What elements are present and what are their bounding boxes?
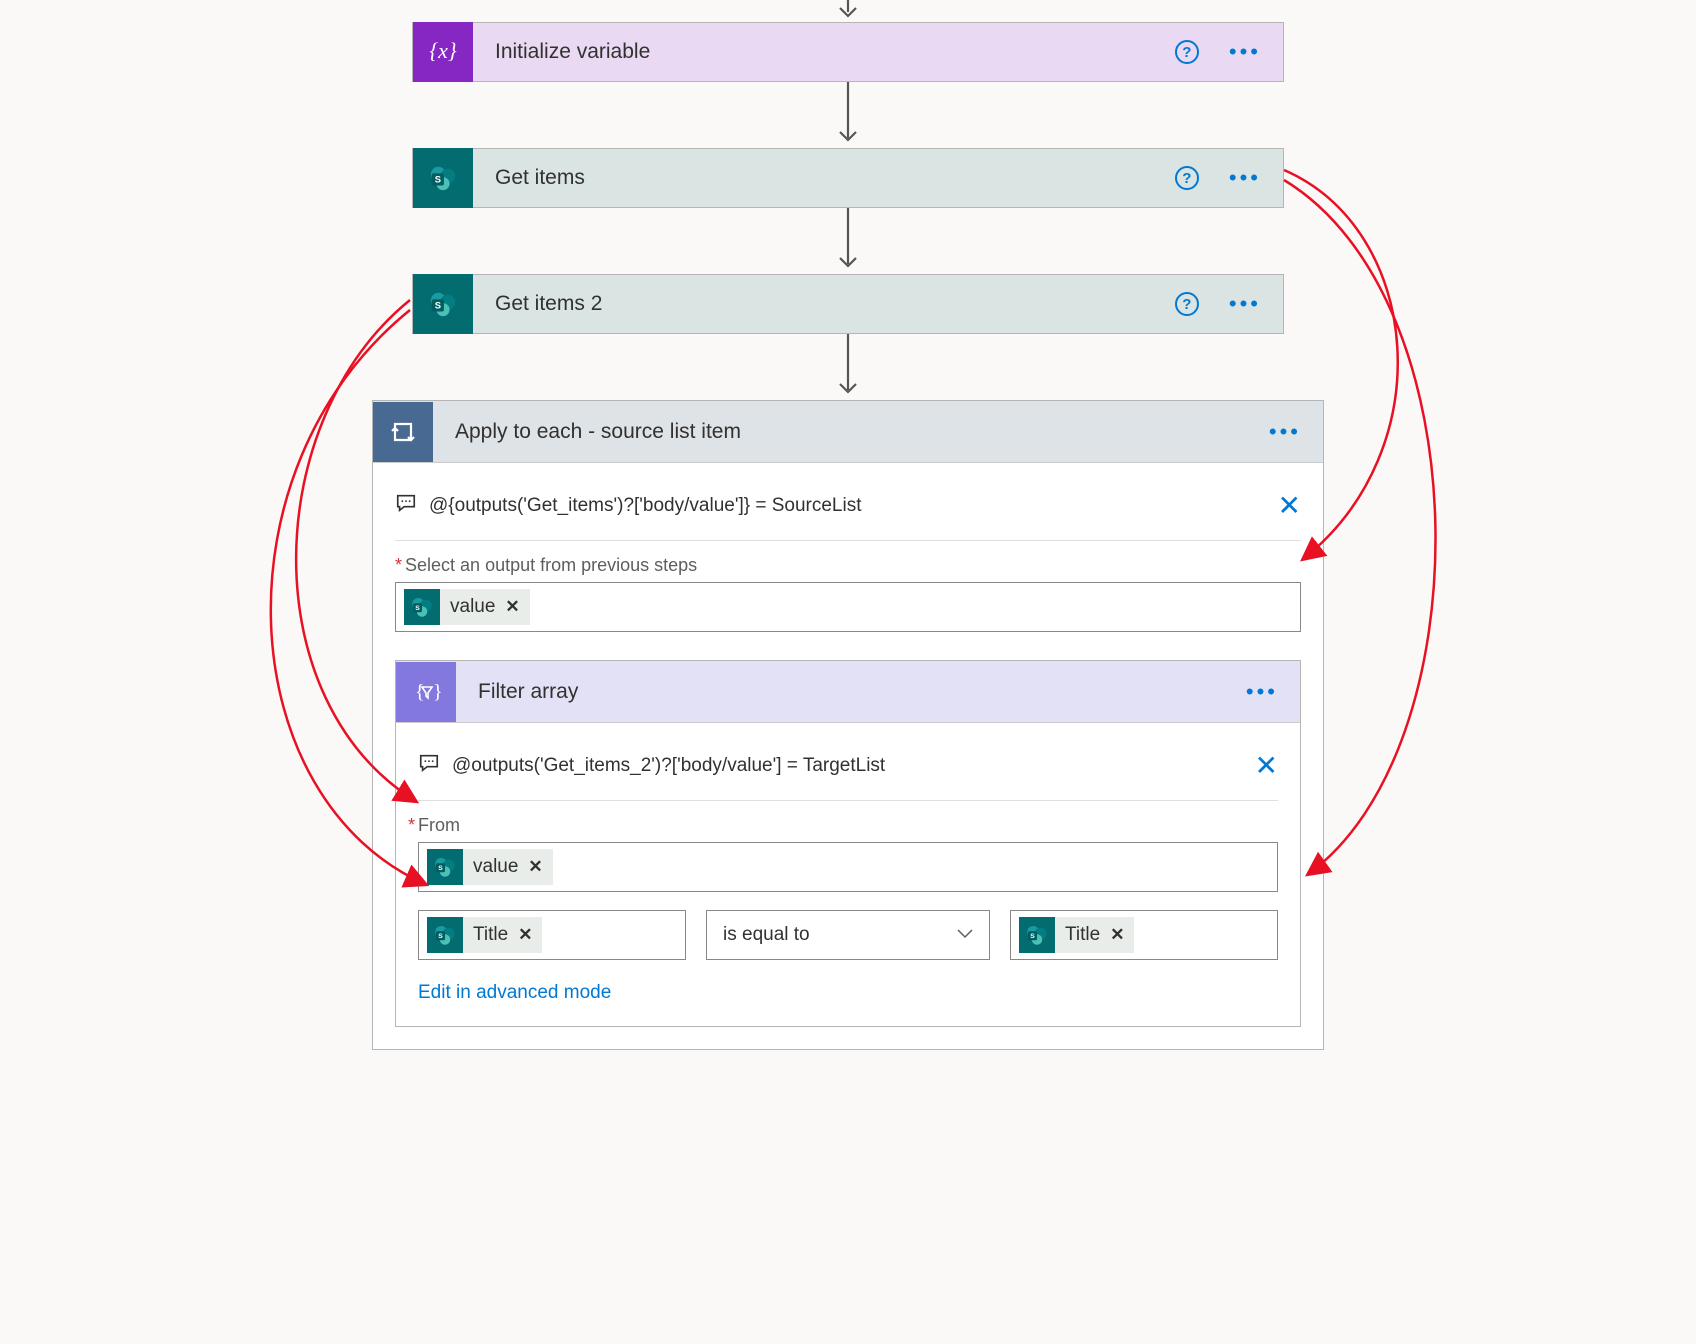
sharepoint-icon: S (427, 917, 463, 953)
action-apply-to-each: Apply to each - source list item ••• @{o… (372, 400, 1324, 1050)
filter-left-operand[interactable]: S Title ✕ (418, 910, 686, 960)
svg-text:{x}: {x} (429, 38, 457, 63)
token-remove-icon[interactable]: ✕ (1110, 925, 1134, 945)
comment-row: @{outputs('Get_items')?['body/value']} =… (395, 481, 1301, 541)
sharepoint-icon: S (404, 589, 440, 625)
comment-text: @{outputs('Get_items')?['body/value']} =… (429, 495, 1266, 517)
comment-row: @outputs('Get_items_2')?['body/value'] =… (418, 741, 1278, 801)
action-get-items-2[interactable]: S Get items 2 ? ••• (412, 274, 1284, 334)
more-menu-icon[interactable]: ••• (1246, 681, 1278, 703)
token-label: value (440, 596, 505, 618)
token-title-left[interactable]: S Title ✕ (427, 917, 542, 953)
chevron-down-icon (957, 926, 973, 944)
operator-value: is equal to (723, 924, 810, 946)
help-icon[interactable]: ? (1175, 166, 1199, 190)
token-label: Title (463, 924, 518, 946)
close-icon[interactable]: ✕ (1278, 489, 1301, 522)
variable-icon: {x} (413, 22, 473, 82)
sharepoint-icon: S (413, 274, 473, 334)
filter-operator-select[interactable]: is equal to (706, 910, 990, 960)
svg-text:S: S (1030, 933, 1035, 940)
token-remove-icon[interactable]: ✕ (528, 857, 552, 877)
more-menu-icon[interactable]: ••• (1269, 421, 1301, 443)
action-get-items[interactable]: S Get items ? ••• (412, 148, 1284, 208)
flow-connector (242, 334, 1454, 400)
comment-icon (395, 492, 417, 520)
svg-text:S: S (438, 933, 443, 940)
sharepoint-icon: S (413, 148, 473, 208)
svg-text:S: S (435, 175, 441, 185)
action-title: Initialize variable (473, 40, 1175, 64)
help-icon[interactable]: ? (1175, 292, 1199, 316)
flow-connector (242, 208, 1454, 274)
from-field[interactable]: S value ✕ (418, 842, 1278, 892)
svg-text:S: S (415, 605, 420, 612)
token-value[interactable]: S value ✕ (404, 589, 530, 625)
comment-icon (418, 752, 440, 780)
token-value[interactable]: S value ✕ (427, 849, 553, 885)
token-remove-icon[interactable]: ✕ (505, 597, 529, 617)
close-icon[interactable]: ✕ (1255, 749, 1278, 782)
more-menu-icon[interactable]: ••• (1229, 41, 1261, 63)
svg-text:S: S (438, 865, 443, 872)
flow-connector (242, 82, 1454, 148)
action-title: Get items 2 (473, 292, 1175, 316)
select-output-field[interactable]: S value ✕ (395, 582, 1301, 632)
more-menu-icon[interactable]: ••• (1229, 293, 1261, 315)
filter-icon: {} (396, 662, 456, 722)
flow-connector (242, 0, 1454, 22)
token-remove-icon[interactable]: ✕ (518, 925, 542, 945)
sharepoint-icon: S (427, 849, 463, 885)
token-title-right[interactable]: S Title ✕ (1019, 917, 1134, 953)
svg-text:{: { (415, 681, 425, 703)
svg-text:S: S (435, 301, 441, 311)
more-menu-icon[interactable]: ••• (1229, 167, 1261, 189)
action-initialize-variable[interactable]: {x} Initialize variable ? ••• (412, 22, 1284, 82)
loop-icon (373, 402, 433, 462)
action-title: Apply to each - source list item (433, 420, 1269, 444)
filter-array-header[interactable]: {} Filter array ••• (396, 661, 1300, 723)
action-title: Get items (473, 166, 1175, 190)
edit-advanced-mode-link[interactable]: Edit in advanced mode (418, 982, 611, 1004)
help-icon[interactable]: ? (1175, 40, 1199, 64)
token-label: value (463, 856, 528, 878)
comment-text: @outputs('Get_items_2')?['body/value'] =… (452, 755, 1243, 777)
action-filter-array: {} Filter array ••• @outputs('Get_items_… (395, 660, 1301, 1027)
action-title: Filter array (456, 680, 1246, 704)
field-label-from: *From (418, 815, 1278, 836)
sharepoint-icon: S (1019, 917, 1055, 953)
svg-text:}: } (433, 681, 443, 703)
field-label-select-output: *Select an output from previous steps (395, 555, 1301, 576)
apply-to-each-header[interactable]: Apply to each - source list item ••• (373, 401, 1323, 463)
token-label: Title (1055, 924, 1110, 946)
filter-right-operand[interactable]: S Title ✕ (1010, 910, 1278, 960)
